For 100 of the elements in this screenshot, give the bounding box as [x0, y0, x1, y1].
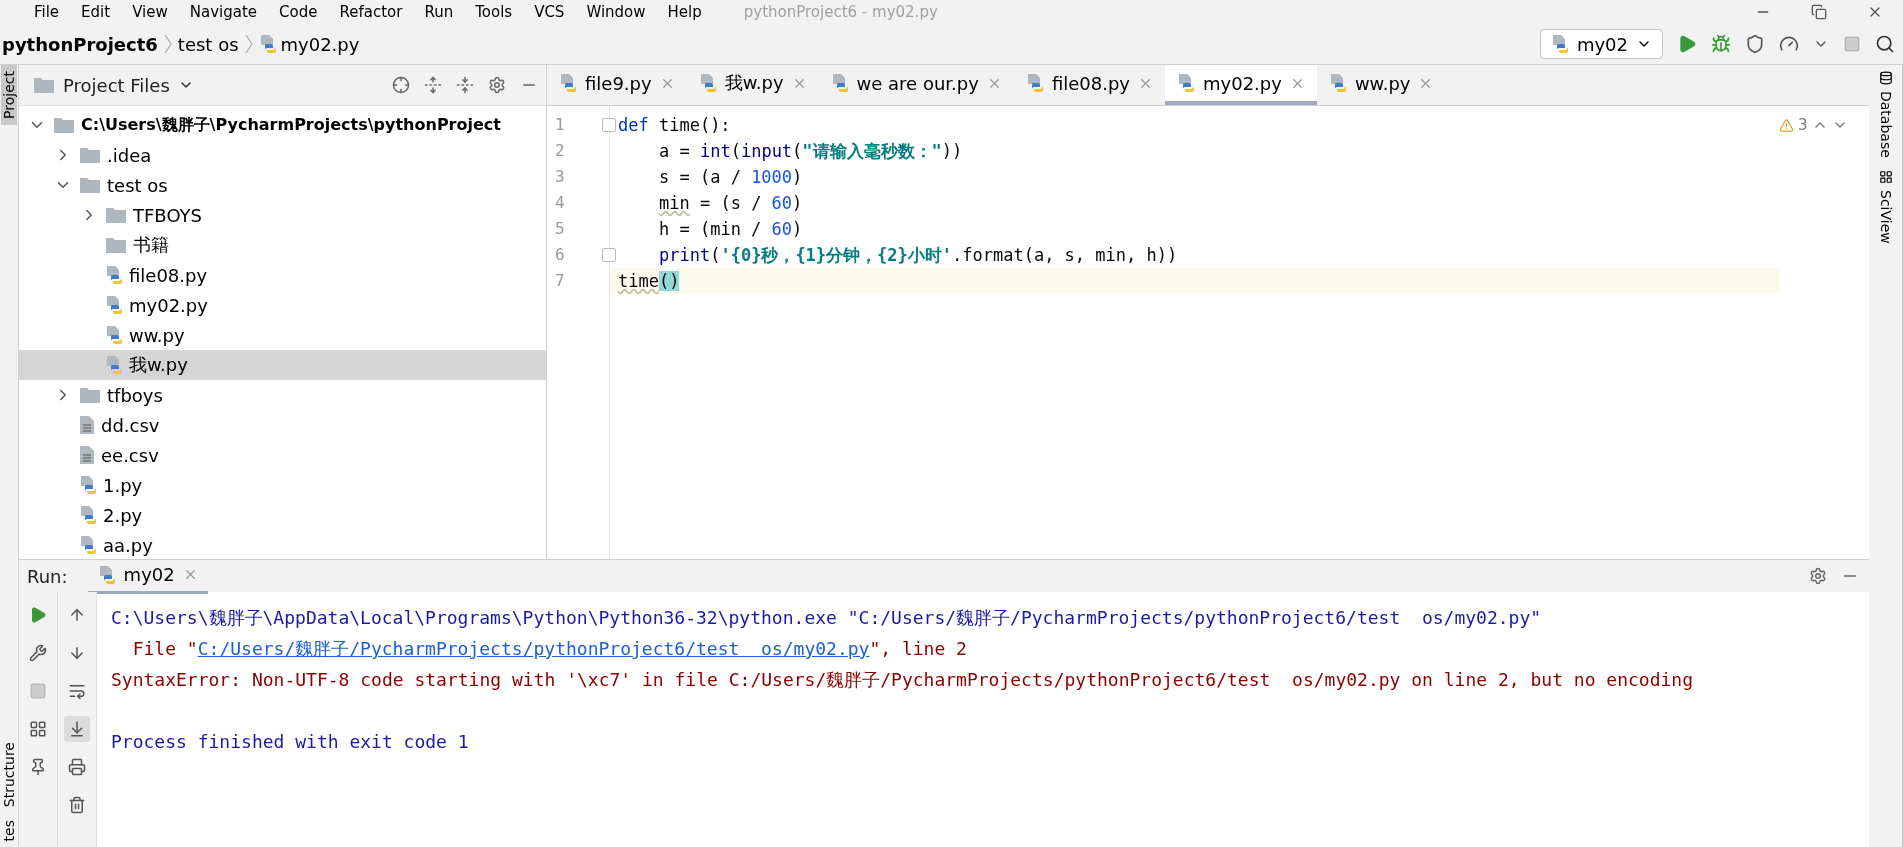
code-line: def time():	[617, 114, 732, 137]
text-file-icon	[79, 445, 95, 465]
profile-icon[interactable]	[1779, 34, 1799, 54]
tree-item[interactable]: my02.py	[19, 290, 546, 320]
python-file-icon	[1177, 73, 1195, 93]
folder-icon	[105, 236, 127, 254]
folder-icon	[53, 116, 75, 134]
warning-count[interactable]: 3	[1798, 116, 1808, 134]
code-line: h = (min / 60)	[658, 218, 804, 241]
python-file-icon	[79, 475, 97, 495]
editor-tab[interactable]: we are our.py	[818, 65, 1014, 105]
folder-icon	[79, 146, 101, 164]
debug-icon[interactable]	[1711, 34, 1731, 54]
menu-item[interactable]: Run	[424, 3, 454, 21]
editor-tab[interactable]: file08.py	[1013, 65, 1165, 105]
python-file-icon	[105, 295, 123, 315]
tool-window-tab[interactable]: SciView	[1877, 163, 1894, 250]
menu-item[interactable]: Edit	[81, 3, 111, 21]
python-file-icon	[79, 505, 97, 525]
folder-icon	[79, 176, 101, 194]
menu-item[interactable]: Navigate	[189, 3, 258, 21]
menu-item[interactable]: Refactor	[339, 3, 403, 21]
python-file-icon	[258, 34, 277, 54]
breadcrumb-item[interactable]: pythonProject6	[2, 33, 158, 55]
console-line: C:\Users\魏胖子\AppData\Local\Programs\Python\Python36-32\python.exe "C:/Users/魏胖子/PycharmProjects/pythonProject6/test os/my02.py"	[111, 606, 1543, 630]
expand-all-icon[interactable]	[424, 76, 442, 94]
tree-item[interactable]: 1.py	[19, 470, 546, 500]
menu-item[interactable]: File	[34, 3, 60, 21]
tree-item[interactable]: aa.py	[19, 530, 546, 559]
editor-tab[interactable]: my02.py	[1165, 65, 1317, 105]
settings-icon[interactable]	[1809, 567, 1827, 585]
python-file-icon	[105, 325, 123, 345]
python-file-icon	[698, 73, 717, 93]
editor-tab[interactable]: 我w.py	[686, 65, 819, 105]
editor-tab[interactable]: file9.py	[547, 65, 687, 105]
search-icon[interactable]	[1875, 34, 1895, 54]
python-file-icon	[105, 265, 123, 285]
restore-icon[interactable]	[1811, 4, 1827, 20]
python-file-icon	[559, 73, 577, 93]
code-line: print('{0}秒，{1}分钟，{2}小时'.format(a, s, min, h))	[658, 244, 1179, 267]
line-number: 5	[554, 218, 566, 240]
tree-item[interactable]: tfboys	[19, 380, 546, 410]
breadcrumb-item[interactable]: test os	[177, 33, 239, 55]
python-file-icon	[830, 73, 849, 93]
tree-item[interactable]: dd.csv	[19, 410, 546, 440]
tree-item[interactable]: TFBOYS	[19, 200, 546, 230]
tool-window-tab[interactable]: Structure	[1, 736, 17, 814]
python-file-icon	[1328, 73, 1347, 93]
file-link[interactable]: C:/Users/魏胖子/PycharmProjects/pythonProject6/test os/my02.py	[197, 638, 870, 659]
line-number: 2	[554, 140, 566, 162]
python-file-icon	[1550, 34, 1569, 54]
tree-item[interactable]: C:\Users\魏胖子\PycharmProjects\pythonProject	[19, 110, 546, 140]
chevron-right-icon	[244, 34, 253, 54]
tree-item[interactable]: file08.py	[19, 260, 546, 290]
run-configuration-dropdown[interactable]: my02	[1539, 29, 1663, 59]
window-title: pythonProject6 - my02.py	[743, 3, 939, 21]
shield-icon[interactable]	[1745, 34, 1765, 54]
project-view-dropdown[interactable]: Project Files	[27, 73, 200, 97]
run-label: Run:	[27, 565, 68, 587]
code-line: s = (a / 1000)	[658, 166, 804, 189]
collapse-all-icon[interactable]	[456, 76, 474, 94]
menu-item[interactable]: View	[132, 3, 168, 21]
tree-item[interactable]: ee.csv	[19, 440, 546, 470]
run-tab[interactable]: my02	[87, 558, 208, 594]
editor-tab[interactable]: ww.py	[1316, 65, 1446, 105]
python-file-icon	[105, 355, 123, 375]
folder-icon	[79, 386, 101, 404]
database-icon	[1878, 71, 1893, 85]
console-line: SyntaxError: Non-UTF-8 code starting with '\xc7' in file C:/Users/魏胖子/PycharmProjects/pythonProject6/test os/my02.py on line 2, but no encoding	[111, 668, 1694, 692]
menu-item[interactable]: Window	[586, 3, 646, 21]
line-number: 7	[554, 270, 566, 292]
menu-item[interactable]: Tools	[475, 3, 513, 21]
line-number: 3	[554, 166, 566, 188]
python-file-icon	[79, 535, 97, 555]
breadcrumb-item[interactable]: my02.py	[258, 33, 360, 55]
console-line: File "C:/Users/魏胖子/PycharmProjects/pythonProject6/test os/my02.py", line 2	[131, 637, 968, 661]
chevron-right-icon	[163, 34, 172, 54]
menu-item[interactable]: Help	[667, 3, 702, 21]
menu-item[interactable]: VCS	[534, 3, 565, 21]
tool-window-tab[interactable]: tes	[1, 813, 17, 847]
python-file-icon	[1025, 73, 1044, 93]
code-line: a = int(input("请输入毫秒数："))	[658, 140, 964, 163]
tree-item[interactable]: 我w.py	[19, 350, 546, 380]
tree-item[interactable]: test os	[19, 170, 546, 200]
run-icon[interactable]	[1677, 34, 1697, 54]
folder-icon	[105, 206, 127, 224]
project-tool-tab[interactable]: Project	[1, 65, 17, 125]
scroll-to-end-icon[interactable]	[64, 716, 90, 742]
python-file-icon	[97, 564, 116, 585]
tree-item[interactable]: 书籍	[19, 230, 546, 260]
grid-icon	[1878, 169, 1893, 184]
menu-item[interactable]: Code	[279, 3, 318, 21]
tree-item[interactable]: .idea	[19, 140, 546, 170]
line-number: 4	[554, 192, 566, 214]
tool-window-tab[interactable]: Database	[1877, 65, 1894, 164]
folder-icon	[33, 76, 55, 94]
tree-item[interactable]: 2.py	[19, 500, 546, 530]
tree-item[interactable]: ww.py	[19, 320, 546, 350]
settings-icon[interactable]	[488, 76, 506, 94]
locate-icon[interactable]	[392, 76, 410, 94]
